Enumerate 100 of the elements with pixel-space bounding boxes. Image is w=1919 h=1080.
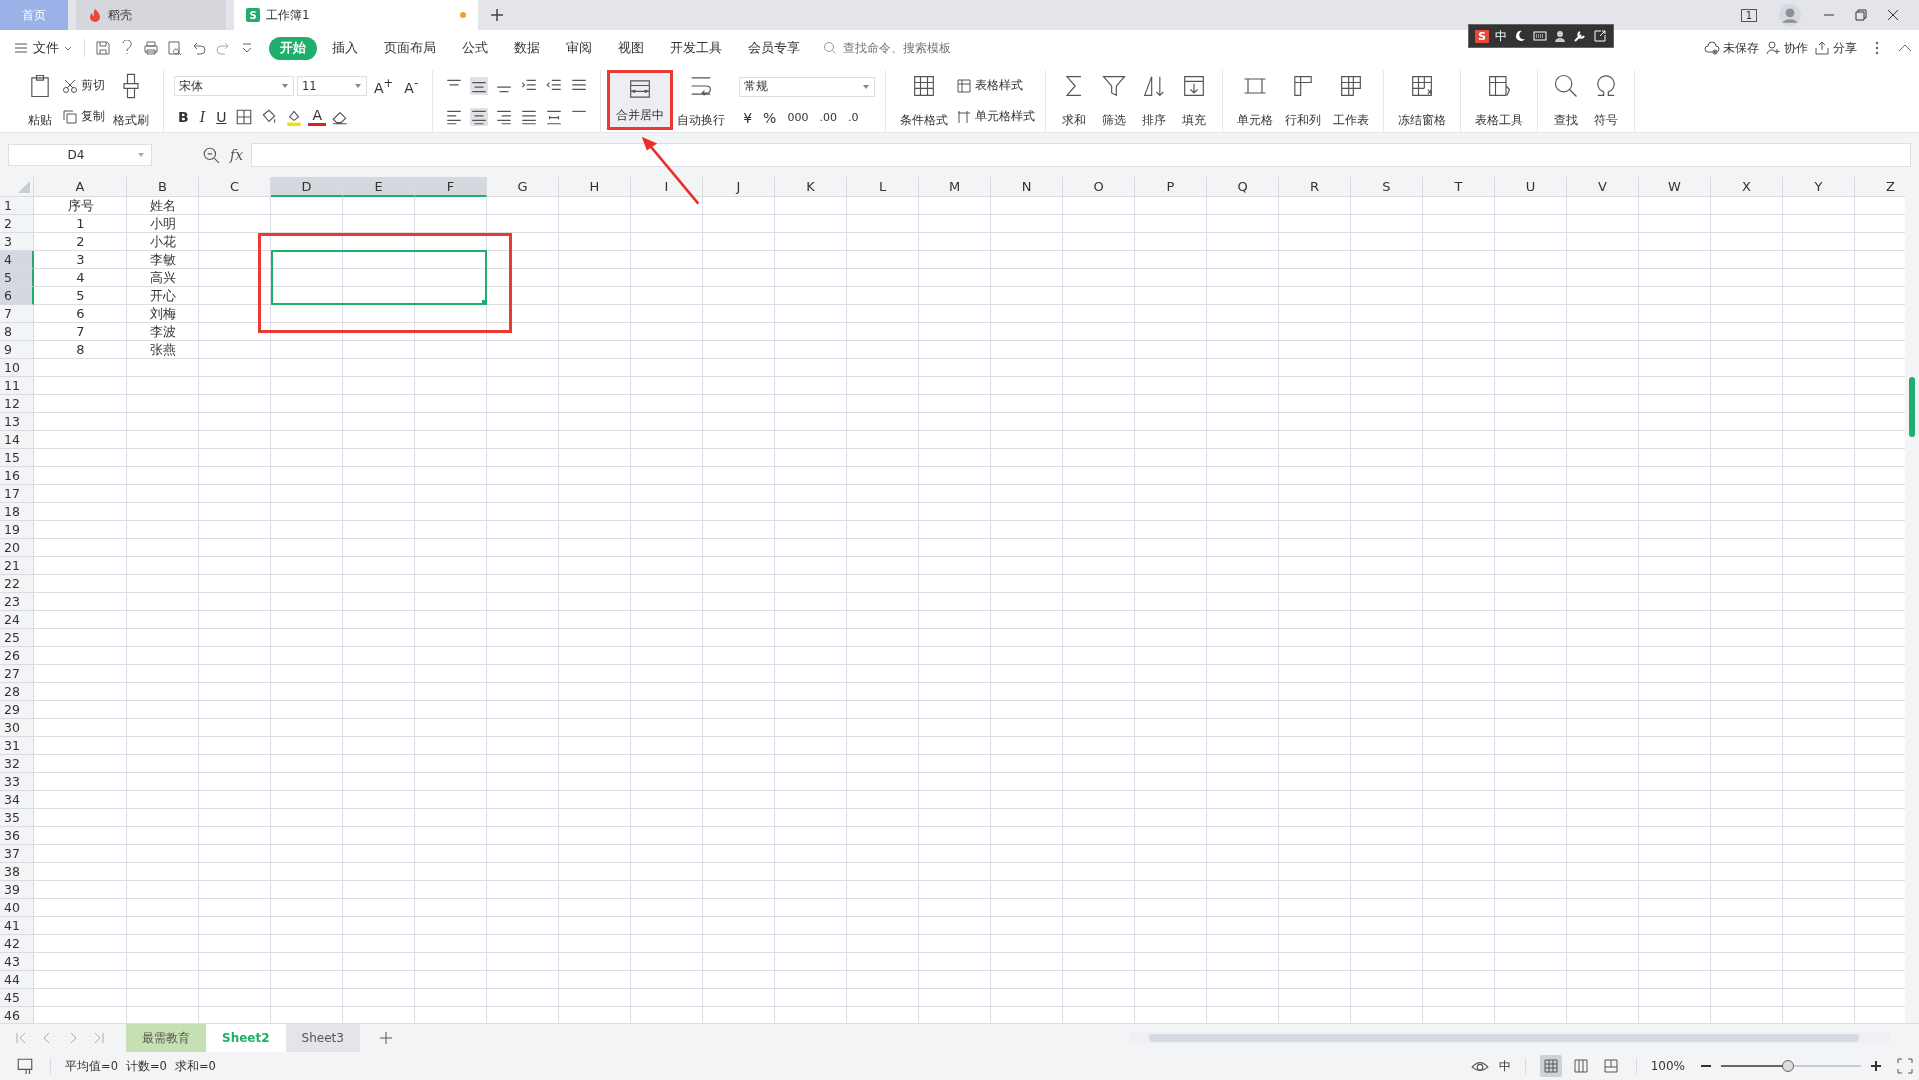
docer-tab[interactable]: 稻壳: [76, 0, 226, 30]
row-header[interactable]: 24: [0, 611, 34, 629]
row-header[interactable]: 14: [0, 431, 34, 449]
ime-mode[interactable]: 中: [1494, 27, 1507, 45]
currency-button[interactable]: ¥: [739, 109, 757, 126]
row-header[interactable]: 22: [0, 575, 34, 593]
column-header[interactable]: B: [127, 177, 199, 197]
row-header[interactable]: 11: [0, 377, 34, 395]
table-style-button[interactable]: 表格样式: [956, 77, 1036, 94]
user-icon[interactable]: [1552, 29, 1567, 43]
row-header[interactable]: 10: [0, 359, 34, 377]
decrease-decimal-button[interactable]: .0: [843, 111, 863, 124]
row-header[interactable]: 1: [0, 197, 34, 215]
row-header[interactable]: 6: [0, 287, 34, 305]
column-header[interactable]: A: [34, 177, 127, 197]
column-header[interactable]: Y: [1783, 177, 1855, 197]
vertical-scrollbar[interactable]: [1905, 177, 1919, 1023]
table-tools-button[interactable]: 表格工具: [1471, 70, 1528, 132]
row-header[interactable]: 2: [0, 215, 34, 233]
share-button[interactable]: 分享: [1814, 39, 1857, 57]
border-icon[interactable]: [235, 108, 254, 126]
paste-button[interactable]: 粘贴: [22, 70, 58, 132]
row-header[interactable]: 36: [0, 827, 34, 845]
number-format-dropdown[interactable]: 常规: [739, 76, 876, 97]
column-header[interactable]: U: [1495, 177, 1567, 197]
close-icon[interactable]: [1887, 9, 1899, 21]
column-header[interactable]: V: [1567, 177, 1639, 197]
zoom-icon[interactable]: [202, 146, 220, 164]
row-header[interactable]: 35: [0, 809, 34, 827]
increase-font-button[interactable]: A$^{+}$: [370, 76, 398, 96]
column-header[interactable]: G: [487, 177, 559, 197]
merge-center-button[interactable]: 合并居中: [607, 70, 674, 130]
row-header[interactable]: 21: [0, 557, 34, 575]
zoom-level-dropdown[interactable]: 100%: [1650, 1059, 1685, 1073]
percent-button[interactable]: %: [759, 109, 781, 126]
row-header[interactable]: 18: [0, 503, 34, 521]
column-header[interactable]: K: [775, 177, 847, 197]
column-header[interactable]: P: [1135, 177, 1207, 197]
row-header[interactable]: 23: [0, 593, 34, 611]
row-header[interactable]: 38: [0, 863, 34, 881]
row-header[interactable]: 31: [0, 737, 34, 755]
input-mode-button[interactable]: 中: [1498, 1057, 1511, 1075]
function-label[interactable]: fx: [230, 147, 244, 163]
row-header[interactable]: 32: [0, 755, 34, 773]
external-link-icon[interactable]: [1592, 29, 1607, 43]
unsaved-status-button[interactable]: 未保存: [1704, 39, 1759, 57]
copy-button[interactable]: 复制: [62, 108, 105, 125]
find-button[interactable]: 查找: [1548, 70, 1585, 132]
cell-style-button[interactable]: 单元格样式: [956, 108, 1036, 125]
column-header[interactable]: Q: [1207, 177, 1279, 197]
cells-button[interactable]: 单元格: [1233, 70, 1278, 132]
restore-icon[interactable]: [1855, 9, 1867, 21]
workbook-tab[interactable]: S 工作簿1: [234, 0, 478, 30]
ribbon-tab[interactable]: 页面布局: [373, 36, 447, 60]
column-header[interactable]: E: [343, 177, 415, 197]
row-header[interactable]: 30: [0, 719, 34, 737]
row-header[interactable]: 46: [0, 1007, 34, 1023]
row-header[interactable]: 15: [0, 449, 34, 467]
row-header[interactable]: 27: [0, 665, 34, 683]
macro-icon[interactable]: [16, 1057, 34, 1075]
filter-button[interactable]: 筛选: [1096, 70, 1133, 132]
normal-view-button[interactable]: [1539, 1055, 1562, 1077]
sheet-tab[interactable]: 最需教育: [126, 1024, 206, 1052]
column-header[interactable]: F: [415, 177, 487, 197]
row-header[interactable]: 12: [0, 395, 34, 413]
save-icon[interactable]: [95, 40, 111, 56]
paint-bucket-icon[interactable]: [285, 108, 304, 126]
row-header[interactable]: 3: [0, 233, 34, 251]
column-header[interactable]: X: [1711, 177, 1783, 197]
row-header[interactable]: 9: [0, 341, 34, 359]
column-header[interactable]: W: [1639, 177, 1711, 197]
column-header[interactable]: J: [703, 177, 775, 197]
row-header[interactable]: 17: [0, 485, 34, 503]
row-header[interactable]: 45: [0, 989, 34, 1007]
cut-button[interactable]: 剪切: [62, 77, 105, 94]
zoom-in-icon[interactable]: [1869, 1059, 1883, 1073]
decrease-font-button[interactable]: A$^{-}$: [400, 76, 423, 96]
conditional-format-button[interactable]: 条件格式: [896, 70, 953, 132]
window-count-icon[interactable]: 1: [1740, 8, 1757, 22]
column-header[interactable]: M: [919, 177, 991, 197]
print-icon[interactable]: [143, 40, 159, 56]
row-header[interactable]: 26: [0, 647, 34, 665]
ribbon-tab[interactable]: 插入: [321, 36, 369, 60]
fill-button[interactable]: 填充: [1176, 70, 1213, 132]
wrench-icon[interactable]: [1572, 29, 1587, 43]
italic-button[interactable]: I: [195, 109, 210, 125]
align-center-icon[interactable]: [470, 107, 489, 126]
print-preview-icon[interactable]: [167, 40, 183, 56]
row-header[interactable]: 37: [0, 845, 34, 863]
row-header[interactable]: 42: [0, 935, 34, 953]
column-header[interactable]: C: [199, 177, 271, 197]
row-header[interactable]: 13: [0, 413, 34, 431]
font-family-dropdown[interactable]: 宋体: [174, 76, 294, 96]
avatar-icon[interactable]: [1779, 4, 1801, 26]
rows-columns-button[interactable]: 行和列: [1281, 70, 1326, 132]
row-header[interactable]: 20: [0, 539, 34, 557]
row-header[interactable]: 4: [0, 251, 34, 269]
row-header[interactable]: 28: [0, 683, 34, 701]
name-box[interactable]: D4: [8, 144, 152, 166]
row-header[interactable]: 33: [0, 773, 34, 791]
